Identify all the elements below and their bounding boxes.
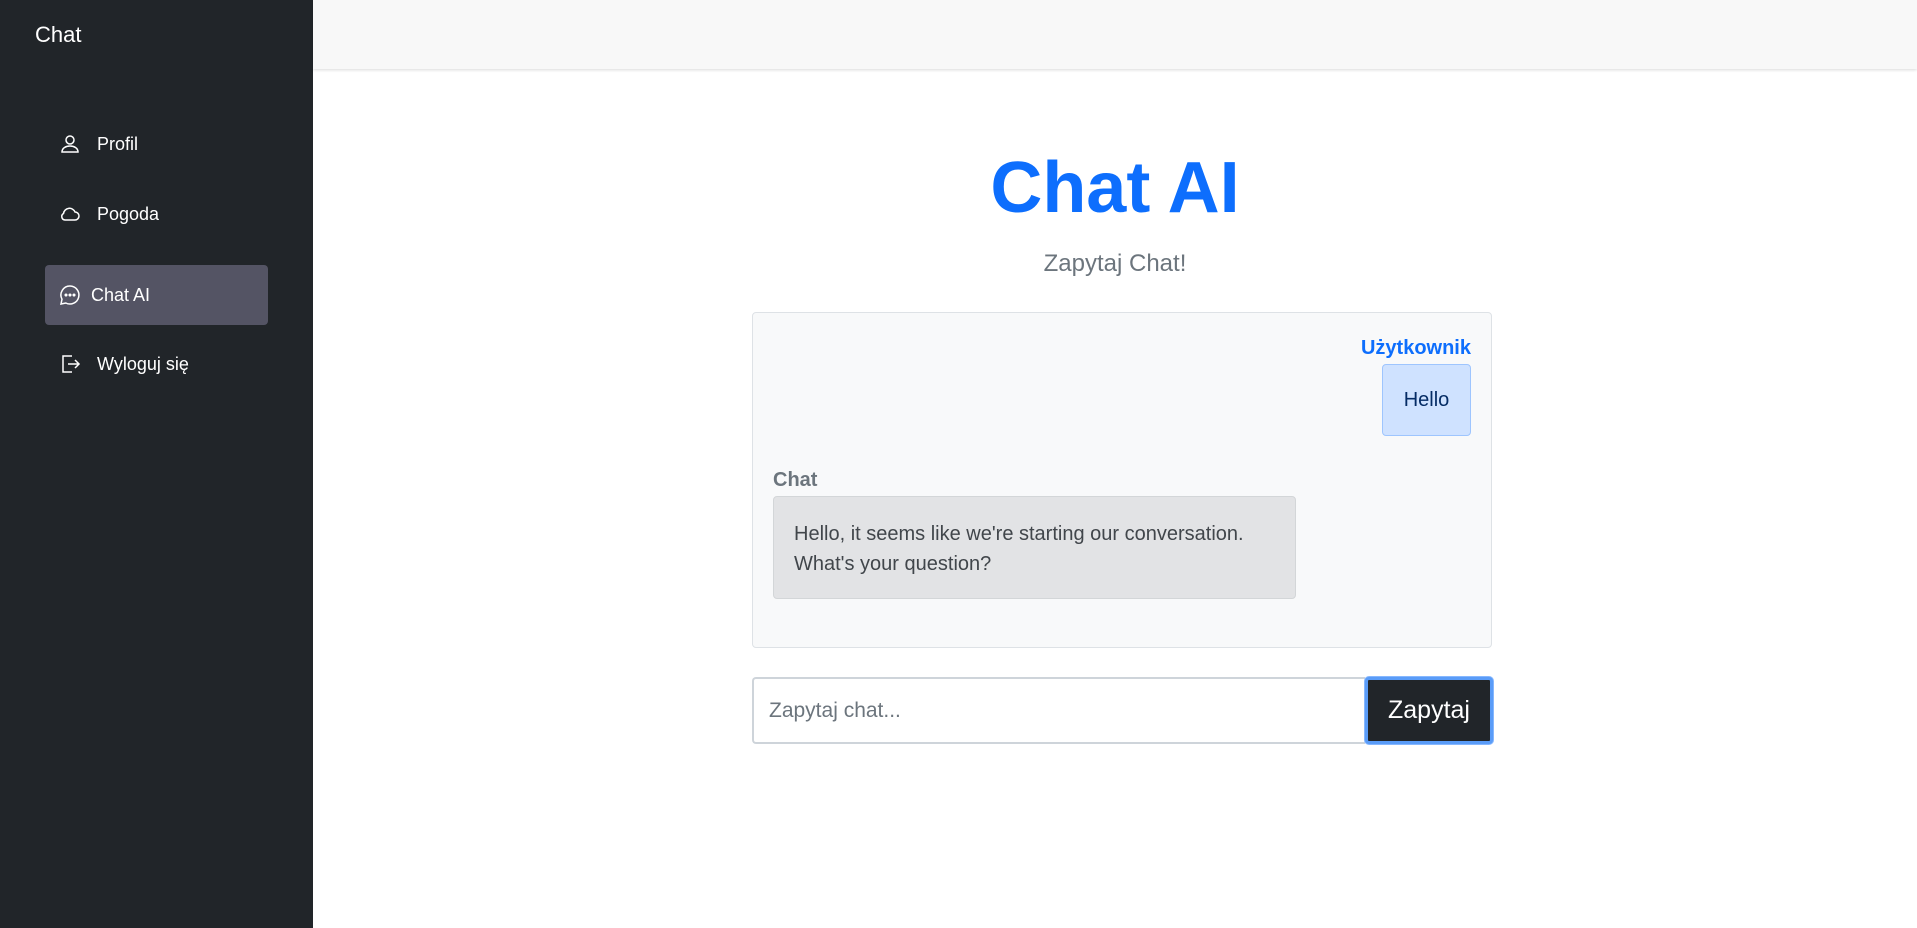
cloud-icon <box>57 201 83 227</box>
page-title: Chat AI <box>990 148 1240 228</box>
chat-input-group: Zapytaj <box>752 677 1493 744</box>
sidebar-item-label: Pogoda <box>97 203 160 224</box>
sidebar-item-label: Profil <box>97 133 139 154</box>
sidebar: Chat Profil Pogoda Chat AI Wyloguj się <box>0 0 313 928</box>
logout-icon <box>57 351 83 377</box>
chat-messages-panel[interactable]: Użytkownik Hello Chat Hello, it seems li… <box>752 312 1492 648</box>
chat-dots-icon <box>57 282 83 308</box>
sidebar-item-label: Wyloguj się <box>97 353 189 374</box>
person-icon <box>57 131 83 157</box>
message-sender-user: Użytkownik <box>1360 337 1471 359</box>
send-button[interactable]: Zapytaj <box>1365 677 1493 744</box>
sidebar-item-pogoda[interactable]: Pogoda <box>45 184 268 244</box>
sidebar-item-profil[interactable]: Profil <box>45 114 268 174</box>
user-message-bubble: Hello <box>1382 364 1471 436</box>
sidebar-item-wyloguj[interactable]: Wyloguj się <box>45 334 268 394</box>
sidebar-item-label: Chat AI <box>91 284 151 305</box>
chat-input[interactable] <box>752 677 1365 744</box>
page-subtitle: Zapytaj Chat! <box>1043 250 1187 277</box>
message-sender-chat: Chat <box>773 469 818 491</box>
brand-title[interactable]: Chat <box>35 22 81 48</box>
top-navbar <box>313 0 1917 69</box>
chat-message-bubble: Hello, it seems like we're starting our … <box>773 496 1296 599</box>
sidebar-item-chat-ai[interactable]: Chat AI <box>45 265 268 325</box>
